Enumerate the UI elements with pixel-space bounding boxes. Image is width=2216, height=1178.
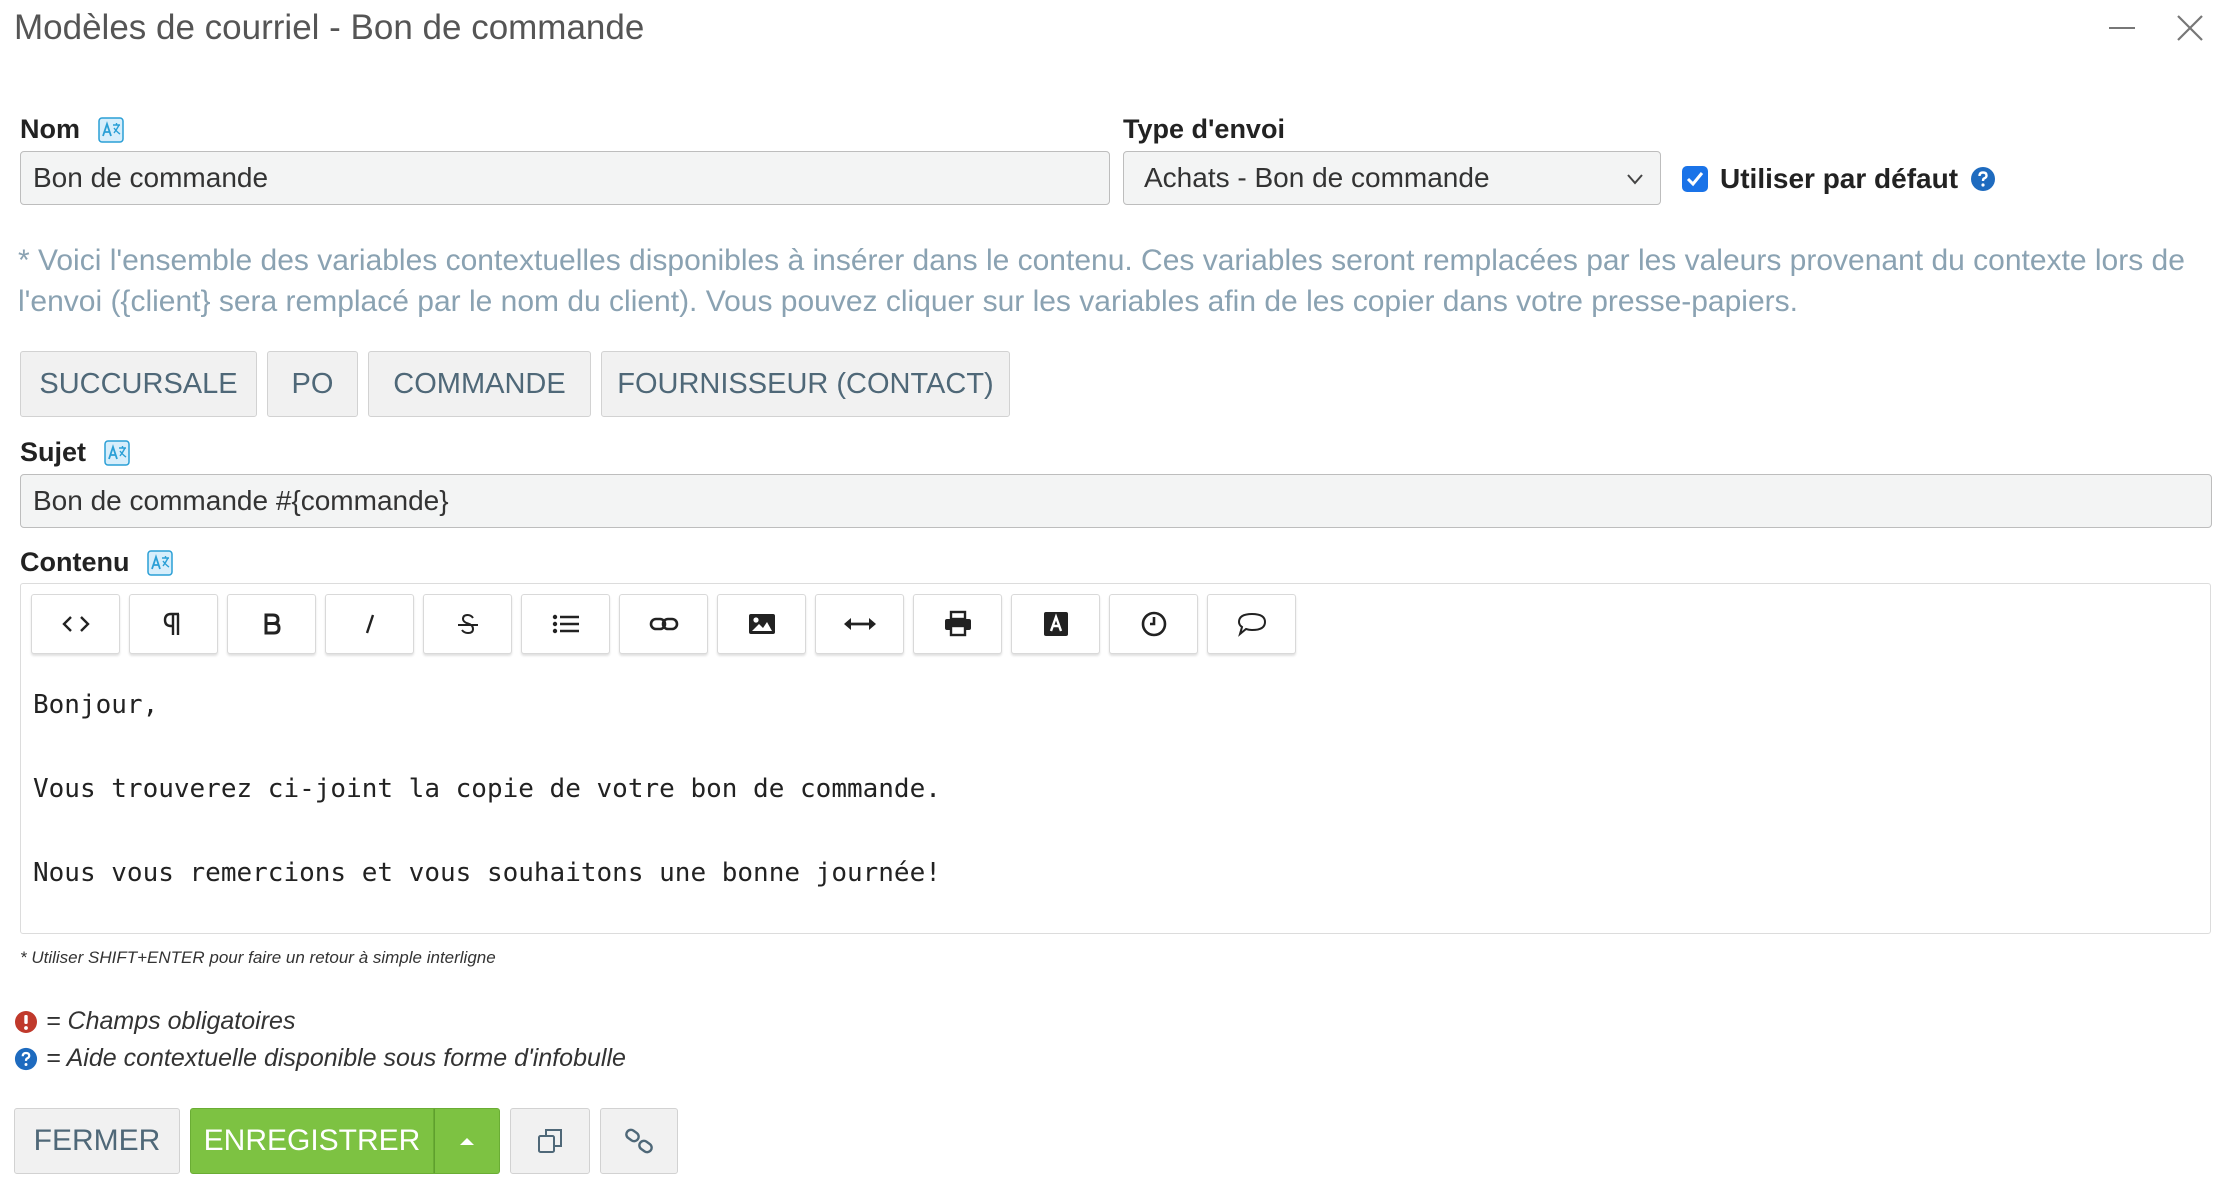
page-title: Modèles de courriel - Bon de commande bbox=[14, 8, 645, 47]
variable-commande-button[interactable]: COMMANDE bbox=[368, 351, 591, 417]
type-envoi-select[interactable]: Achats - Bon de commande bbox=[1123, 151, 1661, 205]
close-window-button[interactable] bbox=[2170, 6, 2210, 50]
contenu-label-text: Contenu bbox=[20, 547, 130, 577]
content-line: Bonjour, bbox=[33, 690, 159, 720]
link-button[interactable] bbox=[619, 594, 708, 654]
variable-po-button[interactable]: PO bbox=[267, 351, 358, 417]
time-button[interactable] bbox=[1109, 594, 1198, 654]
nom-label: Nom bbox=[20, 114, 124, 145]
content-editor[interactable]: Bonjour, Vous trouverez ci-joint la copi… bbox=[20, 583, 2211, 934]
translate-icon[interactable] bbox=[98, 116, 124, 143]
horizontal-rule-button[interactable] bbox=[815, 594, 904, 654]
print-button[interactable] bbox=[913, 594, 1002, 654]
paragraph-button[interactable] bbox=[129, 594, 218, 654]
default-toggle[interactable]: Utiliser par défaut bbox=[1682, 163, 1996, 195]
list-button[interactable] bbox=[521, 594, 610, 654]
minimize-icon bbox=[2109, 27, 2135, 29]
close-button[interactable]: FERMER bbox=[14, 1108, 180, 1174]
image-button[interactable] bbox=[717, 594, 806, 654]
unlink-button[interactable] bbox=[600, 1108, 678, 1174]
link-icon bbox=[649, 617, 678, 631]
italic-button[interactable] bbox=[325, 594, 414, 654]
editor-hint: * Utiliser SHIFT+ENTER pour faire un ret… bbox=[20, 948, 496, 967]
nom-input[interactable]: Bon de commande bbox=[20, 151, 1110, 205]
close-icon bbox=[2177, 15, 2203, 41]
translate-icon[interactable] bbox=[104, 439, 130, 466]
default-label: Utiliser par défaut bbox=[1720, 163, 1959, 194]
check-icon bbox=[1686, 172, 1704, 187]
italic-icon bbox=[365, 614, 374, 634]
variable-fournisseur-button[interactable]: FOURNISSEUR (CONTACT) bbox=[601, 351, 1010, 417]
comment-button[interactable] bbox=[1207, 594, 1296, 654]
font-color-icon bbox=[1043, 612, 1068, 636]
chevron-down-icon bbox=[1627, 174, 1643, 185]
content-line: Vous trouverez ci-joint la copie de votr… bbox=[33, 774, 941, 804]
code-icon bbox=[61, 616, 90, 632]
translate-icon[interactable] bbox=[147, 549, 174, 576]
variables-info-text: * Voici l'ensemble des variables context… bbox=[18, 244, 2185, 318]
print-icon bbox=[944, 610, 971, 637]
paragraph-icon bbox=[163, 612, 179, 635]
bold-icon bbox=[264, 613, 281, 635]
modal: Modèles de courriel - Bon de commande No… bbox=[0, 0, 2216, 1178]
type-envoi-label: Type d'envoi bbox=[1123, 114, 1285, 144]
sujet-label: Sujet bbox=[20, 437, 130, 468]
save-options-button[interactable] bbox=[434, 1108, 500, 1174]
sujet-input[interactable]: Bon de commande #{commande} bbox=[20, 474, 2212, 528]
caret-up-icon bbox=[460, 1138, 474, 1145]
help-icon[interactable] bbox=[1970, 166, 1996, 192]
legend-help-text: = Aide contextuelle disponible sous form… bbox=[46, 1044, 626, 1072]
code-view-button[interactable] bbox=[31, 594, 120, 654]
unlink-icon bbox=[625, 1128, 653, 1154]
default-checkbox[interactable] bbox=[1682, 166, 1708, 192]
save-button[interactable]: ENREGISTRER bbox=[190, 1108, 434, 1174]
content-line: Nous vous remercions et vous souhaitons … bbox=[33, 858, 941, 888]
type-envoi-value: Achats - Bon de commande bbox=[1144, 162, 1490, 193]
duplicate-button[interactable] bbox=[510, 1108, 590, 1174]
contenu-label: Contenu bbox=[20, 547, 174, 578]
comment-icon bbox=[1237, 612, 1266, 637]
bold-button[interactable] bbox=[227, 594, 316, 654]
image-icon bbox=[748, 614, 775, 634]
sujet-label-text: Sujet bbox=[20, 437, 87, 467]
nom-label-text: Nom bbox=[20, 114, 80, 144]
variable-succursale-button[interactable]: SUCCURSALE bbox=[20, 351, 257, 417]
strikethrough-icon bbox=[457, 613, 478, 635]
font-color-button[interactable] bbox=[1011, 594, 1100, 654]
strikethrough-button[interactable] bbox=[423, 594, 512, 654]
legend-required-text: = Champs obligatoires bbox=[46, 1007, 296, 1035]
list-icon bbox=[552, 614, 579, 634]
legend-required: = Champs obligatoires bbox=[14, 1007, 295, 1036]
legend-help: = Aide contextuelle disponible sous form… bbox=[14, 1044, 626, 1073]
help-icon bbox=[14, 1047, 38, 1070]
required-icon bbox=[15, 1010, 37, 1033]
minimize-button[interactable] bbox=[2102, 6, 2142, 50]
copy-icon bbox=[538, 1129, 562, 1153]
horizontal-rule-icon bbox=[843, 618, 876, 630]
clock-icon bbox=[1141, 611, 1166, 637]
